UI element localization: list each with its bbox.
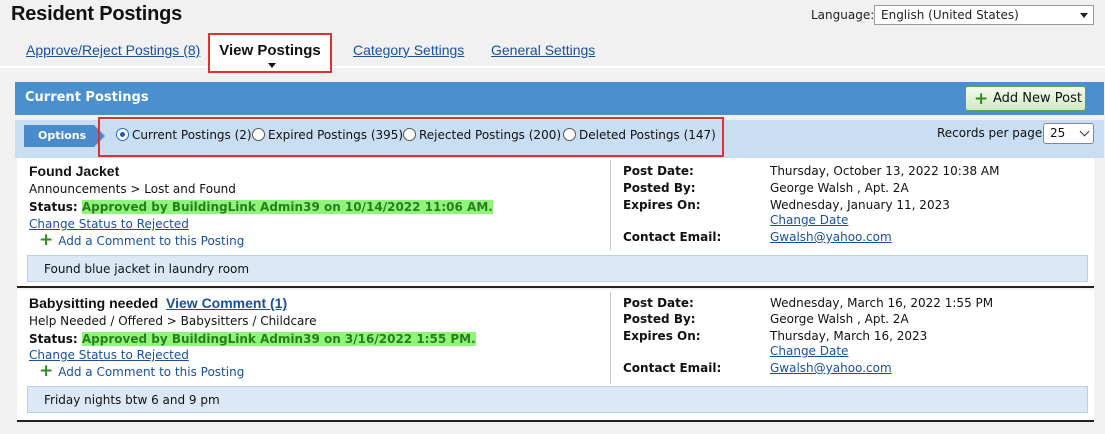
radio-icon bbox=[403, 128, 416, 141]
change-status-link[interactable]: Change Status to Rejected bbox=[29, 217, 189, 231]
status-label: Status: bbox=[29, 332, 78, 346]
filter-label: Rejected Postings (200) bbox=[419, 128, 562, 142]
posting-message: Friday nights btw 6 and 9 pm bbox=[27, 386, 1088, 413]
tab-view-postings-label: View Postings bbox=[219, 42, 321, 59]
language-value: English (United States) bbox=[881, 8, 1019, 22]
section-header: Current Postings bbox=[15, 82, 1104, 115]
options-tag-label: Options bbox=[38, 129, 87, 142]
records-per-page-value: 25 bbox=[1050, 126, 1066, 140]
posting-category: Help Needed / Offered > Babysitters / Ch… bbox=[29, 314, 317, 328]
plus-icon: + bbox=[974, 89, 989, 109]
language-label: Language: bbox=[811, 8, 875, 22]
contact-email-link[interactable]: Gwalsh@yahoo.com bbox=[770, 230, 892, 244]
records-per-page-label: Records per page: bbox=[937, 126, 1047, 140]
add-comment-label: Add a Comment to this Posting bbox=[58, 365, 245, 379]
tab-approve-reject[interactable]: Approve/Reject Postings (8) bbox=[26, 42, 200, 58]
options-tag: Options bbox=[24, 125, 105, 147]
language-select[interactable]: English (United States) bbox=[874, 5, 1094, 25]
filter-label: Current Postings (2) bbox=[132, 128, 252, 142]
add-new-post-button[interactable]: + Add New Post bbox=[965, 86, 1086, 111]
view-comment-link[interactable]: View Comment (1) bbox=[166, 295, 287, 311]
posting-card: Found Jacket Announcements > Lost and Fo… bbox=[17, 158, 1094, 288]
radio-icon bbox=[563, 128, 576, 141]
add-new-post-label: Add New Post bbox=[993, 91, 1082, 106]
tab-view-postings[interactable]: View Postings bbox=[208, 33, 332, 73]
records-per-page-select[interactable]: 25 bbox=[1043, 123, 1094, 144]
column-divider bbox=[610, 160, 611, 250]
post-date-value: Thursday, October 13, 2022 10:38 AM bbox=[770, 164, 1000, 178]
caret-down-icon bbox=[268, 63, 276, 68]
posted-by-label: Posted By: bbox=[623, 312, 696, 326]
posting-card: Babysitting needed View Comment (1) Help… bbox=[17, 290, 1094, 422]
posting-message: Found blue jacket in laundry room bbox=[27, 255, 1088, 282]
contact-email-link[interactable]: Gwalsh@yahoo.com bbox=[770, 361, 892, 375]
post-date-label: Post Date: bbox=[623, 164, 694, 178]
filter-label: Expired Postings (395) bbox=[268, 128, 404, 142]
expires-value: Wednesday, January 11, 2023 bbox=[770, 198, 950, 212]
post-date-value: Wednesday, March 16, 2022 1:55 PM bbox=[770, 296, 994, 310]
status-value: Approved by BuildingLink Admin39 on 3/16… bbox=[81, 332, 476, 346]
posted-by-value: George Walsh , Apt. 2A bbox=[770, 181, 909, 195]
posting-title: Babysitting needed bbox=[29, 295, 159, 311]
contact-email-label: Contact Email: bbox=[623, 230, 722, 244]
radio-selected-icon bbox=[116, 128, 129, 141]
expires-label: Expires On: bbox=[623, 198, 701, 212]
add-comment-label: Add a Comment to this Posting bbox=[58, 234, 245, 248]
add-comment-link[interactable]: + Add a Comment to this Posting bbox=[39, 361, 244, 381]
posted-by-value: George Walsh , Apt. 2A bbox=[770, 312, 909, 326]
radio-icon bbox=[252, 128, 265, 141]
filter-label: Deleted Postings (147) bbox=[579, 128, 716, 142]
tab-divider bbox=[0, 66, 1105, 68]
chevron-down-icon bbox=[1080, 13, 1088, 18]
page-title: Resident Postings bbox=[11, 3, 183, 25]
expires-value: Thursday, March 16, 2023 bbox=[770, 329, 928, 343]
chevron-down-icon bbox=[1079, 126, 1090, 137]
tab-category-settings[interactable]: Category Settings bbox=[353, 42, 464, 58]
change-date-link[interactable]: Change Date bbox=[770, 344, 848, 358]
section-title: Current Postings bbox=[25, 90, 149, 105]
expires-label: Expires On: bbox=[623, 329, 701, 343]
status-label: Status: bbox=[29, 200, 78, 214]
contact-email-label: Contact Email: bbox=[623, 361, 722, 375]
posted-by-label: Posted By: bbox=[623, 181, 696, 195]
change-date-link[interactable]: Change Date bbox=[770, 213, 848, 227]
plus-icon: + bbox=[39, 230, 54, 250]
status-value: Approved by BuildingLink Admin39 on 10/1… bbox=[81, 200, 493, 214]
posting-title: Found Jacket bbox=[29, 163, 120, 179]
posting-category: Announcements > Lost and Found bbox=[29, 182, 236, 196]
post-date-label: Post Date: bbox=[623, 296, 694, 310]
change-status-link[interactable]: Change Status to Rejected bbox=[29, 348, 189, 362]
tab-bar: Approve/Reject Postings (8) Category Set… bbox=[0, 33, 1105, 67]
column-divider bbox=[610, 292, 611, 384]
tab-general-settings[interactable]: General Settings bbox=[491, 42, 595, 58]
plus-icon: + bbox=[39, 361, 54, 381]
add-comment-link[interactable]: + Add a Comment to this Posting bbox=[39, 230, 244, 250]
